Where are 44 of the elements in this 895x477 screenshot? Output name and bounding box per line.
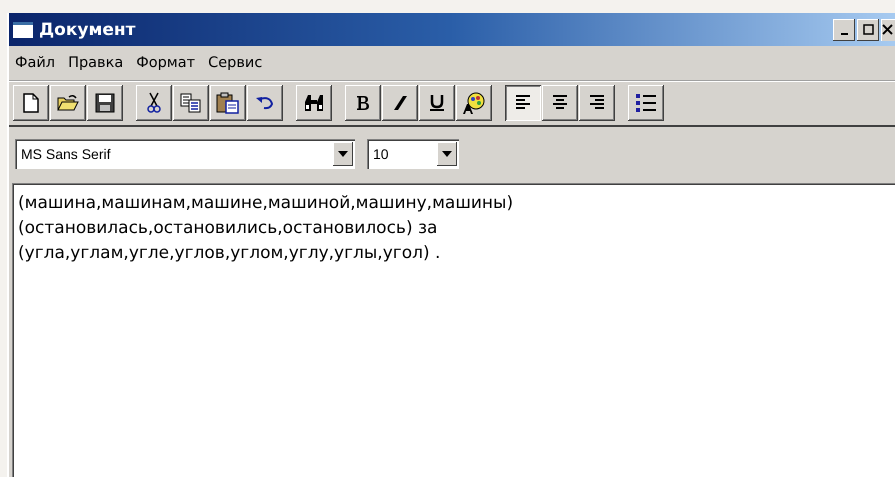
scissors-icon [147,92,161,114]
caret-icon [442,151,452,157]
bold-icon [355,95,371,111]
size-dropdown[interactable]: 10 [367,139,459,169]
align-center-button[interactable] [542,85,578,121]
scissors-button[interactable] [136,85,172,121]
undo-button[interactable] [247,85,283,121]
dropdown-arrow-button[interactable] [333,142,353,166]
font-dropdown[interactable]: MS Sans Serif [15,139,355,169]
clipboard-button[interactable] [210,85,246,121]
menu-item[interactable]: Формат [136,55,196,71]
palette-button[interactable] [456,85,492,121]
menu-item[interactable]: Файл [15,55,56,71]
align-right-button[interactable] [579,85,615,121]
align-center-icon [551,94,569,112]
palette-icon [462,91,486,115]
bold-button[interactable] [345,85,381,121]
close-button[interactable] [881,18,895,40]
copy-button[interactable] [173,85,209,121]
menu-item[interactable]: Сервис [208,55,262,71]
bullet-list-icon [635,93,657,113]
caret-icon [338,151,348,157]
dropdown-arrow-button[interactable] [437,142,457,166]
align-left-icon [514,94,532,112]
bullet-list-button[interactable] [628,85,664,121]
floppy-disk-button[interactable] [87,85,123,121]
clipboard-icon [216,92,240,114]
underline-icon [429,94,445,112]
folder-icon [57,94,79,112]
new-document-icon [22,93,40,113]
underline-button[interactable] [419,85,455,121]
window-icon [13,22,33,38]
italic-button[interactable] [382,85,418,121]
window-title: Документ [39,20,136,40]
italic-icon [392,95,408,111]
binoculars-button[interactable] [296,85,332,121]
align-left-button[interactable] [505,85,541,121]
folder-button[interactable] [50,85,86,121]
new-document-button[interactable] [13,85,49,121]
menu-item[interactable]: Правка [68,55,124,71]
copy-icon [180,93,202,113]
undo-icon [255,96,275,110]
binoculars-icon [303,94,325,112]
align-right-icon [588,94,606,112]
